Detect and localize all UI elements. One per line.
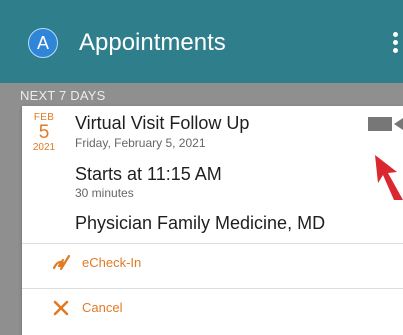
- app-bar: A Appointments: [0, 0, 403, 83]
- section-header: NEXT 7 DAYS: [20, 88, 106, 103]
- appointment-card[interactable]: FEB 5 2021 Virtual Visit Follow Up Frida…: [22, 106, 403, 335]
- close-icon: [53, 300, 69, 316]
- account-avatar[interactable]: A: [28, 28, 58, 58]
- more-options-icon[interactable]: [389, 30, 403, 56]
- page-title: Appointments: [79, 29, 226, 56]
- video-camera-icon: [368, 117, 403, 131]
- appointment-duration: 30 minutes: [75, 186, 134, 200]
- date-day: 5: [38, 122, 50, 143]
- appointment-start-time: Starts at 11:15 AM: [75, 164, 222, 184]
- date-year: 2021: [32, 142, 56, 153]
- appointment-provider: Physician Family Medicine, MD: [75, 213, 326, 233]
- echeckin-label: eCheck-In: [82, 255, 142, 270]
- appointment-date: Friday, February 5, 2021: [75, 136, 206, 150]
- cancel-label: Cancel: [82, 300, 123, 315]
- echeckin-icon: [52, 254, 71, 271]
- red-arrow-icon: [375, 155, 403, 200]
- app-screen: A Appointments NEXT 7 DAYS FEB 5 2021 Vi…: [0, 0, 403, 335]
- echeckin-button[interactable]: eCheck-In: [22, 244, 403, 280]
- appointment-date-block: FEB 5 2021: [28, 112, 60, 154]
- avatar-initial: A: [36, 32, 49, 53]
- cancel-button[interactable]: Cancel: [22, 289, 403, 325]
- appointment-title: Virtual Visit Follow Up: [75, 113, 250, 133]
